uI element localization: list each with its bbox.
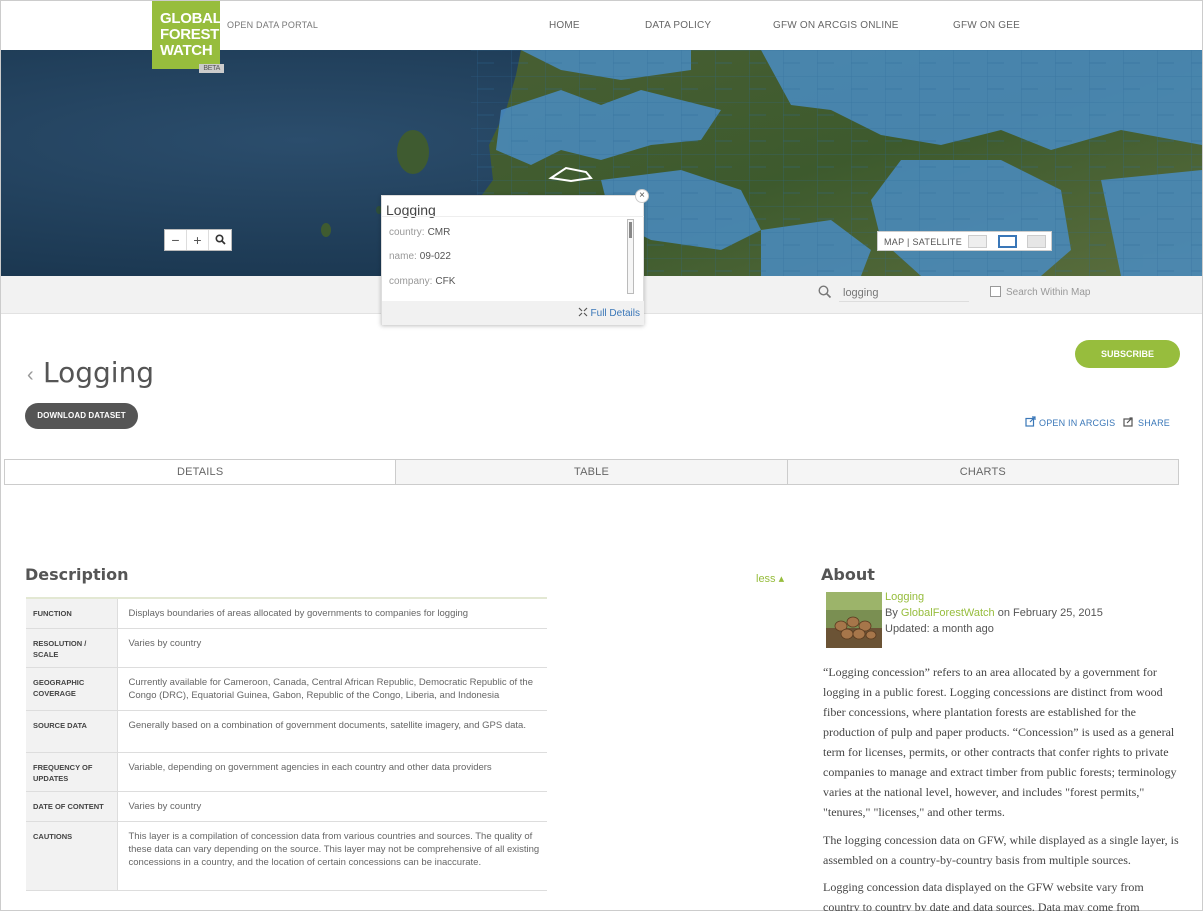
dataset-search-input[interactable] <box>839 284 969 302</box>
search-within-map-checkbox[interactable] <box>990 286 1001 297</box>
back-chevron-icon[interactable]: ‹ <box>27 364 34 387</box>
portal-label: OPEN DATA PORTAL <box>227 20 319 30</box>
share-link[interactable]: SHARE <box>1138 418 1170 428</box>
tab-table[interactable]: TABLE <box>396 460 788 484</box>
table-row: SOURCE DATA Generally based on a combina… <box>26 710 547 753</box>
zoom-out-button[interactable]: − <box>165 230 187 250</box>
row-key: RESOLUTION / SCALE <box>26 628 118 668</box>
zoom-in-button[interactable]: + <box>187 230 209 250</box>
external-link-icon <box>1025 416 1036 427</box>
table-row: DATE OF CONTENT Varies by country <box>26 791 547 822</box>
tab-charts[interactable]: CHARTS <box>788 460 1178 484</box>
table-row: GEOGRAPHIC COVERAGE Currently available … <box>26 667 547 711</box>
popup-value: CMR <box>427 227 451 238</box>
tab-details[interactable]: DETAILS <box>5 460 397 484</box>
beta-badge: BETA <box>199 64 224 73</box>
row-value: Displays boundaries of areas allocated b… <box>117 598 547 629</box>
row-key: GEOGRAPHIC COVERAGE <box>26 667 118 711</box>
popup-footer: Full Details <box>382 301 644 325</box>
table-row: CAUTIONS This layer is a compilation of … <box>26 821 547 891</box>
download-dataset-button[interactable]: DOWNLOAD DATASET <box>25 403 138 429</box>
about-paragraph: The logging concession data on GFW, whil… <box>823 833 1179 867</box>
popup-row-country: country: CMR <box>389 227 450 238</box>
less-toggle[interactable]: less ▴ <box>756 572 784 585</box>
nav-home[interactable]: HOME <box>549 20 580 31</box>
magnifier-icon <box>214 234 226 245</box>
basemap-label: MAP | SATELLITE <box>884 237 963 247</box>
description-heading: Description <box>25 565 129 584</box>
row-key: DATE OF CONTENT <box>26 791 118 822</box>
nav-data-policy[interactable]: DATA POLICY <box>645 20 711 31</box>
popup-scrollbar[interactable] <box>627 219 634 294</box>
popup-key: country: <box>389 227 425 238</box>
popup-scroll-thumb[interactable] <box>629 222 632 238</box>
full-details-label: Full Details <box>590 308 640 319</box>
open-in-arcgis-link[interactable]: OPEN IN ARCGIS <box>1039 418 1115 428</box>
search-within-map-label: Search Within Map <box>1006 287 1091 298</box>
row-key: SOURCE DATA <box>26 710 118 753</box>
dataset-title: Logging <box>43 356 155 389</box>
about-paragraph: “Logging concession” refers to an area a… <box>823 665 1177 819</box>
popup-row-name: name: 09-022 <box>389 251 451 262</box>
description-table: FUNCTION Displays boundaries of areas al… <box>26 597 547 891</box>
popup-key: company: <box>389 276 433 287</box>
nav-gfw-on-arcgis-online[interactable]: GFW ON ARCGIS ONLINE <box>773 20 899 31</box>
nav-gfw-on-gee[interactable]: GFW ON GEE <box>953 20 1020 31</box>
dataset-tabs: DETAILS TABLE CHARTS <box>4 459 1179 485</box>
popup-value: CFK <box>435 276 456 287</box>
gfw-logo[interactable]: GLOBAL FOREST WATCH BETA <box>152 1 224 73</box>
share-icon <box>1123 417 1133 427</box>
logo-line-global: GLOBAL <box>160 10 222 27</box>
zoom-controls: − + <box>164 229 232 251</box>
row-value: Varies by country <box>117 628 547 668</box>
popup-value: 09-022 <box>419 251 451 262</box>
row-value: Currently available for Cameroon, Canada… <box>117 667 547 711</box>
author-link[interactable]: GlobalForestWatch <box>901 607 995 619</box>
basemap-terrain-option[interactable] <box>1027 235 1046 248</box>
about-paragraph: Logging concession data displayed on the… <box>823 880 1144 911</box>
row-key: FREQUENCY OF UPDATES <box>26 752 118 792</box>
about-dataset-name[interactable]: Logging <box>885 591 924 603</box>
top-navigation-bar: GLOBAL FOREST WATCH BETA OPEN DATA PORTA… <box>1 1 1202 73</box>
map-search-button[interactable] <box>209 230 231 250</box>
publish-date: on February 25, 2015 <box>997 607 1103 619</box>
updated-timestamp: Updated: a month ago <box>885 623 994 635</box>
logo-line-watch: WATCH <box>160 42 213 59</box>
subscribe-button[interactable]: SUBSCRIBE <box>1075 340 1180 368</box>
basemap-switcher: MAP | SATELLITE <box>877 231 1052 251</box>
popup-attribute-list[interactable]: country: CMR name: 09-022 company: CFK <box>382 216 644 301</box>
logo-line-forest: FOREST <box>160 26 220 43</box>
popup-close-button[interactable]: × <box>635 189 649 203</box>
byline-prefix: By <box>885 607 898 619</box>
row-key: CAUTIONS <box>26 821 118 891</box>
full-details-link[interactable]: Full Details <box>578 307 640 319</box>
table-row: FUNCTION Displays boundaries of areas al… <box>26 598 547 629</box>
row-value: Varies by country <box>117 791 547 822</box>
row-key: FUNCTION <box>26 598 118 629</box>
dataset-thumbnail-image[interactable] <box>826 592 882 648</box>
table-row: FREQUENCY OF UPDATES Variable, depending… <box>26 752 547 792</box>
row-value: Generally based on a combination of gove… <box>117 710 547 753</box>
row-value: This layer is a compilation of concessio… <box>117 821 547 891</box>
basemap-map-option[interactable] <box>968 235 987 248</box>
about-heading: About <box>821 565 875 584</box>
table-row: RESOLUTION / SCALE Varies by country <box>26 628 547 668</box>
basemap-satellite-option[interactable] <box>998 235 1017 248</box>
popup-row-company: company: CFK <box>389 276 455 287</box>
search-icon <box>818 285 832 299</box>
popup-key: name: <box>389 251 417 262</box>
feature-info-popup: Logging × country: CMR name: 09-022 compan… <box>381 189 649 325</box>
row-value: Variable, depending on government agenci… <box>117 752 547 792</box>
expand-icon <box>578 307 588 317</box>
about-byline: By GlobalForestWatch on February 25, 201… <box>885 607 1103 619</box>
